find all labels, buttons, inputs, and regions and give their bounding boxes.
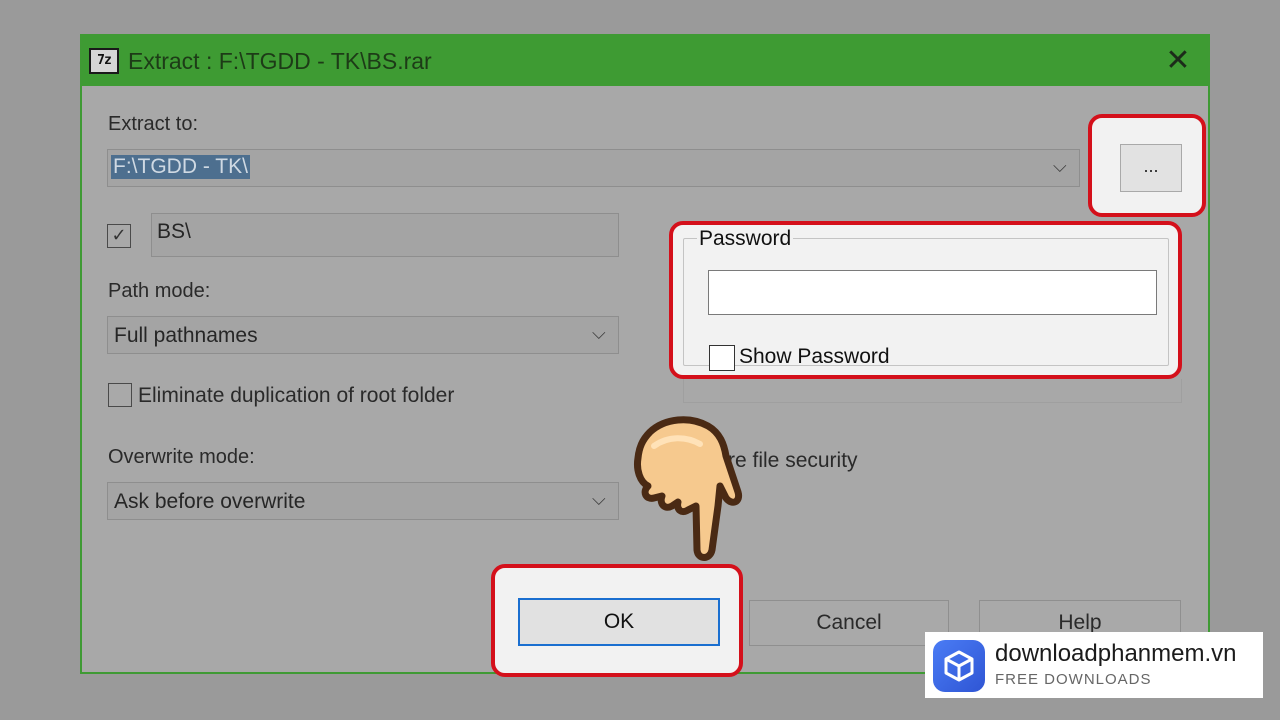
overwrite-mode-label: Overwrite mode: bbox=[108, 446, 255, 468]
watermark-site-name: downloadphanmem.vn bbox=[995, 640, 1237, 667]
path-mode-label: Path mode: bbox=[108, 280, 211, 302]
window-title: Extract : F:\TGDD - TK\BS.rar bbox=[128, 48, 432, 74]
browse-button[interactable]: ... bbox=[1120, 144, 1182, 192]
eliminate-duplication-label[interactable]: Eliminate duplication of root folder bbox=[138, 384, 454, 408]
cancel-button[interactable]: Cancel bbox=[749, 600, 949, 646]
extract-to-combobox[interactable]: F:\TGDD - TK\ ⌵ bbox=[107, 149, 1080, 187]
password-group-frame-edge bbox=[683, 379, 1182, 403]
title-bar[interactable]: 7z Extract : F:\TGDD - TK\BS.rar ✕ bbox=[82, 36, 1208, 86]
extract-to-label: Extract to: bbox=[108, 113, 199, 135]
show-password-checkbox[interactable] bbox=[709, 345, 735, 371]
subfolder-field[interactable]: BS\ bbox=[151, 213, 619, 257]
password-group-label: Password bbox=[697, 227, 794, 251]
chevron-down-icon[interactable]: ⌵ bbox=[592, 489, 606, 510]
watermark-badge: downloadphanmem.vn FREE DOWNLOADS bbox=[925, 632, 1263, 698]
show-password-label[interactable]: Show Password bbox=[739, 345, 890, 369]
overwrite-mode-select[interactable]: Ask before overwrite ⌵ bbox=[107, 482, 619, 520]
chevron-down-icon[interactable]: ⌵ bbox=[592, 323, 606, 344]
password-input[interactable] bbox=[708, 270, 1157, 315]
overwrite-mode-value: Ask before overwrite bbox=[114, 490, 306, 513]
chevron-down-icon[interactable]: ⌵ bbox=[1053, 156, 1067, 177]
path-mode-value: Full pathnames bbox=[114, 324, 258, 347]
box-logo-icon bbox=[933, 640, 985, 692]
close-button[interactable]: ✕ bbox=[1160, 44, 1196, 80]
7zip-app-icon: 7z bbox=[89, 48, 119, 74]
subfolder-value: BS\ bbox=[157, 220, 191, 243]
path-mode-select[interactable]: Full pathnames ⌵ bbox=[107, 316, 619, 354]
watermark-tagline: FREE DOWNLOADS bbox=[995, 671, 1152, 688]
pointing-hand-icon bbox=[634, 416, 743, 561]
eliminate-duplication-checkbox[interactable] bbox=[108, 383, 132, 407]
extract-to-value[interactable]: F:\TGDD - TK\ bbox=[111, 155, 250, 179]
ok-button[interactable]: OK bbox=[518, 598, 720, 646]
subfolder-checkbox[interactable]: ✓ bbox=[107, 224, 131, 248]
